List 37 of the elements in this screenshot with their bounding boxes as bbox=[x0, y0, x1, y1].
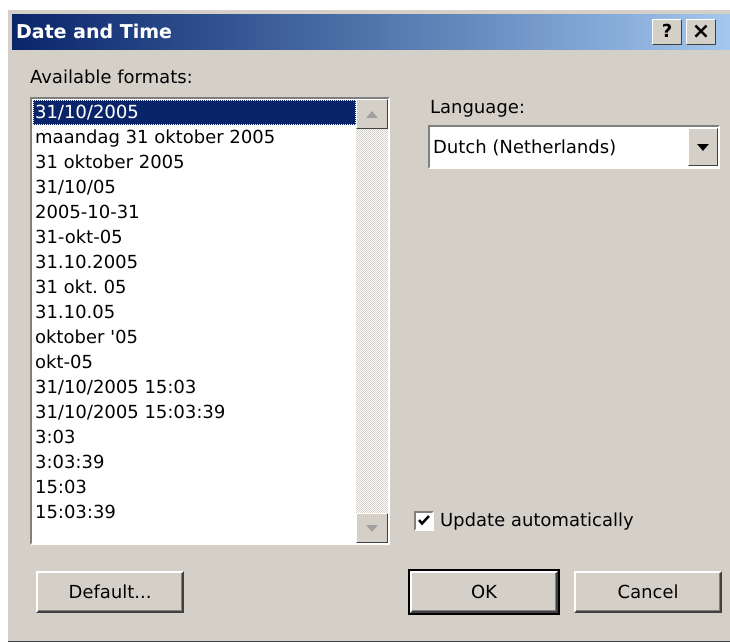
format-option[interactable]: maandag 31 oktober 2005 bbox=[33, 125, 356, 150]
format-option[interactable]: 31/10/2005 bbox=[33, 100, 356, 125]
dropdown-button[interactable] bbox=[688, 128, 718, 166]
checkmark-icon bbox=[418, 515, 430, 526]
scroll-down-button[interactable] bbox=[356, 513, 388, 543]
language-dropdown[interactable]: Dutch (Netherlands) bbox=[428, 125, 720, 169]
down-arrow-icon bbox=[366, 524, 378, 532]
checkbox-label: Update automatically bbox=[440, 509, 634, 533]
checkbox[interactable] bbox=[414, 510, 434, 530]
format-option[interactable]: oktober '05 bbox=[33, 325, 356, 350]
format-option[interactable]: 31-okt-05 bbox=[33, 225, 356, 250]
caret-icon bbox=[697, 144, 709, 150]
formats-label: Available formats: bbox=[30, 66, 194, 90]
help-button[interactable]: ? bbox=[652, 19, 682, 45]
dialog-button[interactable]: Default... bbox=[36, 571, 184, 613]
format-option[interactable]: 15:03:39 bbox=[33, 500, 356, 525]
formats-list[interactable]: 31/10/2005 maandag 31 oktober 2005 31 oktober 2005 31/10/05 2005-10-31 31-okt-05 31.10.2005 31 okt. 05 31.10.05 oktober '05 okt-05 31/10/2005 15:03 31/10/2005 15:03:39 3:03 3:03:39 15:03 15:03:39 bbox=[30, 97, 390, 545]
format-option[interactable]: 31.10.05 bbox=[33, 300, 356, 325]
format-option[interactable]: 31 okt. 05 bbox=[33, 275, 356, 300]
language-label: Language: bbox=[430, 96, 526, 120]
scroll-up-button[interactable] bbox=[356, 99, 388, 129]
format-option[interactable]: okt-05 bbox=[33, 350, 356, 375]
format-option[interactable]: 15:03 bbox=[33, 475, 356, 500]
dialog-button[interactable]: OK bbox=[410, 571, 558, 613]
format-option[interactable]: 3:03 bbox=[33, 425, 356, 450]
format-option[interactable]: 31 oktober 2005 bbox=[33, 150, 356, 175]
format-option[interactable]: 31/10/2005 15:03:39 bbox=[33, 400, 356, 425]
scrollbar[interactable] bbox=[356, 99, 388, 543]
format-option[interactable]: 3:03:39 bbox=[33, 450, 356, 475]
window-title: Date and Time bbox=[16, 20, 173, 45]
close-button[interactable]: × bbox=[686, 19, 716, 45]
dialog-button[interactable]: Cancel bbox=[574, 571, 722, 613]
format-option[interactable]: 2005-10-31 bbox=[33, 200, 356, 225]
format-option[interactable]: 31.10.2005 bbox=[33, 250, 356, 275]
up-arrow-icon bbox=[366, 110, 378, 118]
format-option[interactable]: 31/10/2005 15:03 bbox=[33, 375, 356, 400]
format-option[interactable]: 31/10/05 bbox=[33, 175, 356, 200]
